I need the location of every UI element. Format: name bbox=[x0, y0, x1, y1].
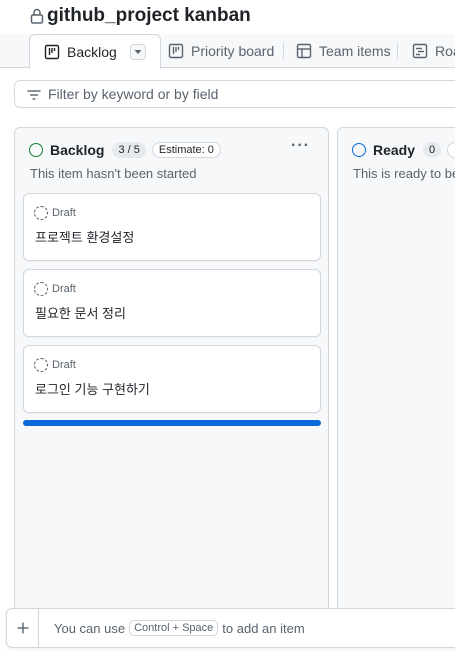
tab-options-button[interactable] bbox=[129, 43, 146, 60]
column-estimate-badge: Estimate: 0 bbox=[151, 142, 221, 158]
tab-roadmap[interactable]: Roa bbox=[412, 34, 455, 68]
card-title[interactable]: 로그인 기능 구현하기 bbox=[35, 379, 150, 398]
card-type: Draft bbox=[34, 206, 76, 220]
column-count-badge: 0 bbox=[423, 142, 442, 158]
view-tabs: Backlog Priority board Team items Roa bbox=[0, 34, 455, 69]
draft-icon bbox=[34, 282, 48, 296]
add-item-hint: You can use Control + Space to add an it… bbox=[54, 620, 305, 636]
card-item[interactable]: Draft 프로젝트 환경설정 bbox=[23, 193, 321, 261]
status-ready-icon bbox=[352, 143, 366, 157]
column-title: Ready bbox=[373, 142, 416, 158]
tab-team-items[interactable]: Team items bbox=[296, 34, 391, 68]
hint-prefix: You can use bbox=[54, 620, 126, 636]
column-header: Ready 0 E bbox=[352, 140, 455, 160]
board-icon bbox=[44, 44, 60, 59]
tab-divider bbox=[397, 43, 398, 59]
card-title[interactable]: 필요한 문서 정리 bbox=[35, 303, 126, 322]
tab-priority-board[interactable]: Priority board bbox=[168, 34, 274, 68]
card-item[interactable]: Draft 필요한 문서 정리 bbox=[23, 269, 321, 337]
project-header: github_project kanban bbox=[0, 0, 455, 34]
table-icon bbox=[296, 43, 312, 59]
tab-divider bbox=[283, 43, 284, 59]
add-item-button[interactable] bbox=[7, 609, 39, 647]
add-item-bar[interactable]: You can use Control + Space to add an it… bbox=[6, 608, 455, 648]
card-item[interactable]: Draft 로그인 기능 구현하기 bbox=[23, 345, 321, 413]
column-menu-button[interactable]: ··· bbox=[291, 137, 310, 155]
filter-input[interactable] bbox=[48, 84, 448, 104]
draft-icon bbox=[34, 206, 48, 220]
draft-icon bbox=[34, 358, 48, 372]
column-ready: Ready 0 E This is ready to be bbox=[337, 127, 455, 627]
card-type-label: Draft bbox=[52, 207, 76, 219]
tab-label: Priority board bbox=[191, 43, 275, 59]
card-type-label: Draft bbox=[52, 359, 76, 371]
card-type: Draft bbox=[34, 358, 76, 372]
triangle-down-icon bbox=[134, 49, 142, 54]
filter-bar bbox=[14, 80, 455, 108]
board-icon bbox=[168, 43, 184, 59]
project-title: github_project kanban bbox=[47, 5, 251, 26]
status-open-icon bbox=[29, 143, 43, 157]
tab-label: Backlog bbox=[67, 43, 117, 60]
column-title: Backlog bbox=[50, 142, 105, 158]
tab-label: Roa bbox=[435, 43, 455, 59]
keyboard-shortcut: Control + Space bbox=[129, 620, 219, 636]
loading-progress-bar bbox=[23, 420, 321, 426]
lock-icon bbox=[30, 8, 44, 24]
tab-backlog[interactable]: Backlog bbox=[29, 34, 161, 69]
card-type: Draft bbox=[34, 282, 76, 296]
column-description: This is ready to be bbox=[353, 166, 455, 181]
column-estimate-badge: E bbox=[447, 142, 455, 158]
plus-icon bbox=[17, 622, 28, 634]
column-backlog: Backlog 3 / 5 Estimate: 0 ··· This item … bbox=[14, 127, 329, 627]
card-type-label: Draft bbox=[52, 283, 76, 295]
roadmap-icon bbox=[412, 43, 428, 59]
filter-icon bbox=[27, 90, 41, 100]
column-header: Backlog 3 / 5 Estimate: 0 bbox=[29, 140, 221, 160]
column-description: This item hasn't been started bbox=[30, 166, 197, 181]
column-count-badge: 3 / 5 bbox=[112, 142, 146, 158]
card-title[interactable]: 프로젝트 환경설정 bbox=[35, 227, 134, 246]
hint-suffix: to add an item bbox=[222, 620, 305, 636]
tab-label: Team items bbox=[319, 43, 391, 59]
